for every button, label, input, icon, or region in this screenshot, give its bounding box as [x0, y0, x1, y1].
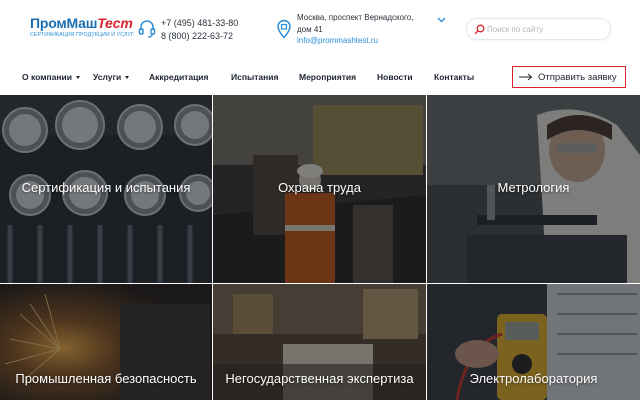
tile-title: Электролаборатория [469, 371, 598, 386]
tile-metrology[interactable]: Метрология [427, 95, 640, 283]
logo-tagline: СЕРТИФИКАЦИЯ ПРОДУКЦИИ И УСЛУГ [30, 32, 134, 38]
site-header: ПромМашТест СЕРТИФИКАЦИЯ ПРОДУКЦИИ И УСЛ… [0, 0, 640, 60]
tile-title: Негосударственная экспертиза [225, 371, 414, 386]
headset-icon [138, 20, 156, 38]
address-line-1: Москва, проспект Вернадского, [297, 13, 414, 22]
search-input[interactable] [487, 22, 605, 37]
nav-item-services[interactable]: Услуги [93, 72, 130, 82]
tile-industrial-safety[interactable]: Промышленная безопасность [0, 284, 212, 400]
email-link[interactable]: info@prommashtest.ru [297, 35, 432, 47]
tile-title: Сертификация и испытания [21, 180, 191, 195]
nav-item-accreditation[interactable]: Аккредитация [149, 72, 209, 82]
nav-item-news[interactable]: Новости [377, 72, 413, 82]
caret-down-icon [75, 76, 80, 79]
tile-expertise[interactable]: Негосударственная экспертиза [213, 284, 426, 400]
tile-labor-safety[interactable]: Охрана труда [213, 95, 426, 283]
caret-down-icon [125, 76, 130, 79]
nav-item-events[interactable]: Мероприятия [299, 72, 356, 82]
tile-title: Охрана труда [278, 180, 361, 195]
search-box[interactable] [466, 18, 611, 40]
tile-electrolab[interactable]: Электролаборатория [427, 284, 640, 400]
logo-wordmark: ПромМашТест [30, 15, 133, 31]
nav-item-testing[interactable]: Испытания [231, 72, 278, 82]
tile-certification[interactable]: Сертификация и испытания [0, 95, 212, 283]
tile-title: Промышленная безопасность [15, 371, 197, 386]
nav-item-contacts[interactable]: Контакты [434, 72, 474, 82]
phone-number-free[interactable]: 8 (800) 222-63-72 [161, 30, 238, 43]
phone-number-moscow[interactable]: +7 (495) 481-33-80 [161, 17, 238, 30]
send-request-label: Отправить заявку [538, 72, 617, 83]
arrow-right-icon [519, 73, 533, 81]
tile-title: Метрология [497, 180, 570, 195]
chevron-down-icon[interactable] [437, 17, 446, 23]
services-grid: Сертификация и испытания Охрана труда Ме… [0, 95, 640, 400]
search-icon[interactable] [474, 24, 485, 35]
address-line-2: дом 41 [297, 24, 323, 34]
map-pin-icon [277, 19, 291, 39]
phone-numbers: +7 (495) 481-33-80 8 (800) 222-63-72 [161, 17, 238, 42]
nav-item-about[interactable]: О компании [22, 72, 80, 82]
office-address: Москва, проспект Вернадского, дом 41 inf… [297, 12, 432, 47]
send-request-button[interactable]: Отправить заявку [512, 66, 626, 88]
company-logo[interactable]: ПромМашТест СЕРТИФИКАЦИЯ ПРОДУКЦИИ И УСЛ… [30, 15, 134, 42]
